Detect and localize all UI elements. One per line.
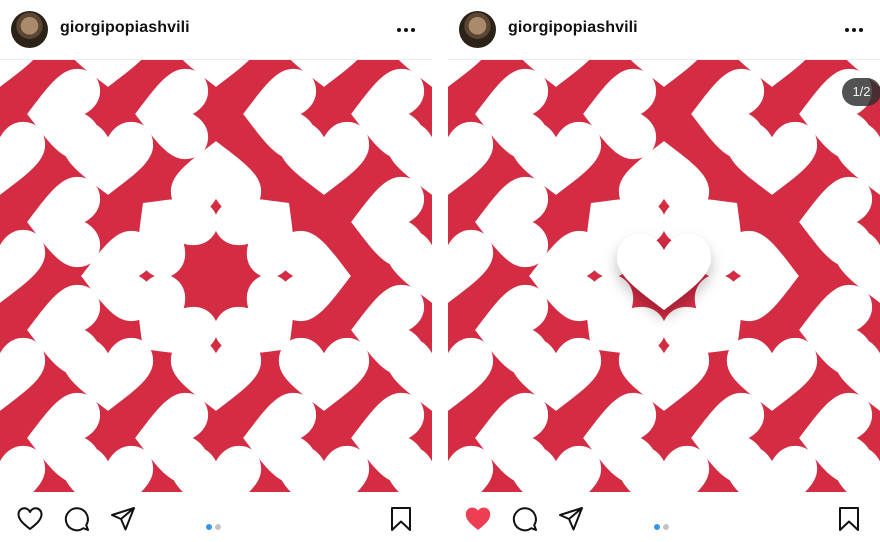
carousel-dot <box>215 524 221 530</box>
comment-icon[interactable] <box>64 506 90 532</box>
action-bar <box>448 492 880 542</box>
heart-pattern-image <box>0 60 432 492</box>
pattern-heart <box>834 445 880 492</box>
heart-icon[interactable] <box>17 506 43 532</box>
more-horizontal-icon[interactable] <box>844 22 864 38</box>
paper-plane-icon[interactable] <box>110 506 136 532</box>
action-bar <box>0 492 432 542</box>
pattern-heart <box>386 445 432 492</box>
post-image[interactable]: 1/2 <box>448 60 880 492</box>
post-image[interactable] <box>0 60 432 492</box>
instagram-post-left: giorgipopiashvili <box>0 0 432 542</box>
bookmark-icon[interactable] <box>836 506 862 532</box>
carousel-dots <box>206 517 224 530</box>
comment-icon[interactable] <box>512 506 538 532</box>
heart-icon[interactable] <box>465 506 491 532</box>
post-header: giorgipopiashvili <box>448 0 880 60</box>
more-horizontal-icon[interactable] <box>396 22 416 38</box>
paper-plane-icon[interactable] <box>558 506 584 532</box>
avatar[interactable] <box>459 11 496 48</box>
post-header: giorgipopiashvili <box>0 0 432 60</box>
pattern-heart <box>0 445 46 492</box>
username[interactable]: giorgipopiashvili <box>508 19 638 37</box>
carousel-dot <box>663 524 669 530</box>
carousel-dot-active <box>654 524 660 530</box>
pattern-heart <box>448 445 494 492</box>
username[interactable]: giorgipopiashvili <box>60 19 190 37</box>
heart-pattern-image <box>448 60 880 492</box>
avatar[interactable] <box>11 11 48 48</box>
instagram-post-right: giorgipopiashvili 1/2 <box>448 0 880 542</box>
bookmark-icon[interactable] <box>388 506 414 532</box>
carousel-dots <box>654 517 672 530</box>
carousel-dot-active <box>206 524 212 530</box>
carousel-counter: 1/2 <box>842 78 880 106</box>
